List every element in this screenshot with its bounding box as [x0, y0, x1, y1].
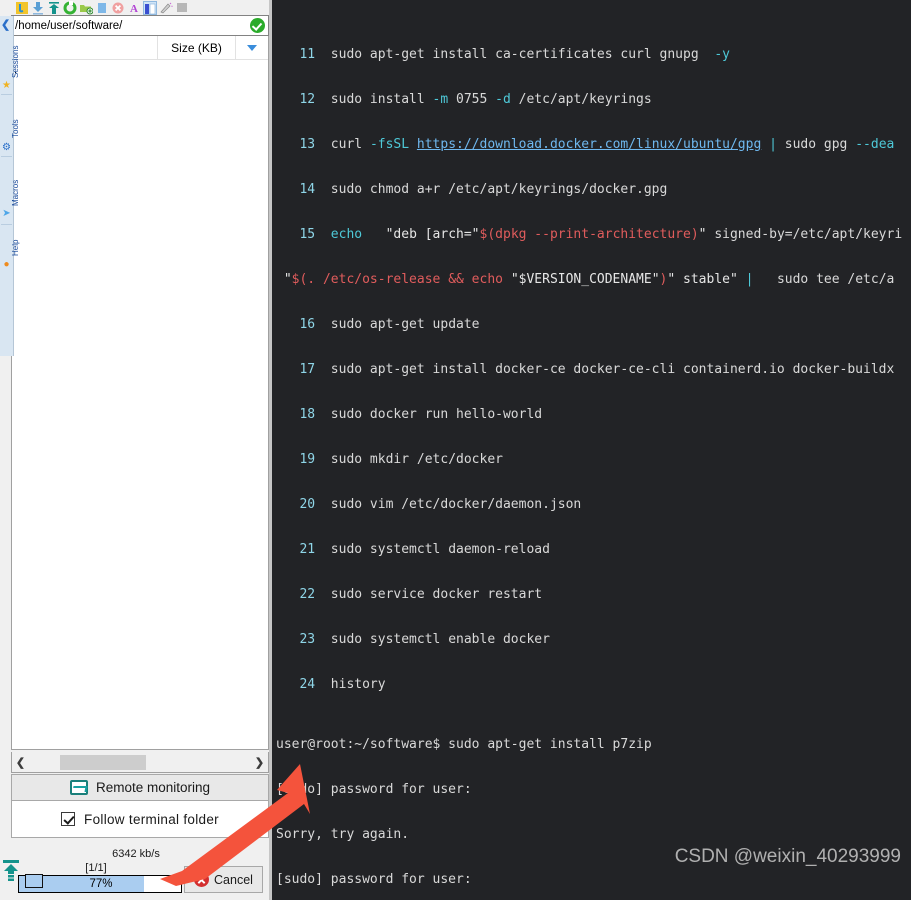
sidebar-tab-macros-label[interactable]: Macros — [11, 180, 20, 206]
upload-icon[interactable] — [47, 1, 61, 15]
sidebar-tab-sessions-label[interactable]: Sessions — [11, 46, 20, 78]
chevron-left-icon[interactable]: ❮ — [12, 753, 29, 772]
terminal-line: 13 curl -fsSL https://download.docker.co… — [276, 137, 895, 152]
terminal-line: 24 history — [276, 677, 386, 692]
sidebar-tab-help-label[interactable]: Help — [11, 240, 20, 256]
sidebar-tab-rail[interactable]: ❮ Sessions ★ Tools ⚙ Macros ➤ Help ● — [0, 16, 20, 356]
chevron-right-icon[interactable]: ❯ — [251, 753, 268, 772]
transfer-block-icon — [25, 874, 43, 888]
cancel-button-label: Cancel — [214, 872, 253, 887]
new-file-icon[interactable] — [95, 1, 109, 15]
terminal-line: 21 sudo systemctl daemon-reload — [276, 542, 550, 557]
sort-caret-icon[interactable] — [235, 35, 268, 60]
upload-status-icon — [2, 860, 20, 886]
follow-terminal-folder-label: Follow terminal folder — [84, 811, 219, 827]
terminal-line: 14 sudo chmod a+r /etc/apt/keyrings/dock… — [276, 182, 668, 197]
terminal-line: 18 sudo docker run hello-world — [276, 407, 543, 422]
terminal-output[interactable]: 11 sudo apt-get install ca-certificates … — [272, 0, 911, 900]
refresh-icon[interactable] — [63, 0, 77, 15]
file-rows: . — [12, 60, 268, 77]
terminal-line: 19 sudo mkdir /etc/docker — [276, 452, 503, 467]
transfer-speed-label: 6342 kb/s — [112, 848, 160, 860]
help-icon[interactable]: ● — [1, 259, 12, 270]
scrollbar-thumb[interactable] — [60, 754, 146, 770]
terminal-line: [sudo] password for user: — [276, 872, 472, 887]
download-icon[interactable] — [31, 1, 45, 15]
sftp-toolbar[interactable]: A — [14, 0, 272, 15]
svg-text:A: A — [130, 3, 138, 15]
sftp-panel: ❮ Sessions ★ Tools ⚙ Macros ➤ Help ● A /… — [0, 0, 272, 900]
split-view-icon[interactable] — [143, 0, 157, 15]
follow-terminal-folder-checkbox[interactable] — [61, 812, 76, 826]
remote-path-bar[interactable]: /home/user/software/ — [11, 15, 269, 36]
cancel-button[interactable]: Cancel — [184, 866, 263, 893]
app-window: ❮ Sessions ★ Tools ⚙ Macros ➤ Help ● A /… — [0, 0, 911, 900]
cancel-circle-icon — [194, 872, 210, 887]
tools-icon[interactable]: ⚙ — [1, 142, 12, 153]
properties-icon[interactable] — [175, 1, 189, 15]
new-folder-icon[interactable] — [79, 1, 94, 15]
rail-divider — [1, 156, 12, 157]
star-icon[interactable]: ★ — [1, 80, 12, 91]
terminal-line: 15 echo "deb [arch="$(dpkg --print-archi… — [276, 227, 903, 242]
terminal-line: Sorry, try again. — [276, 827, 410, 842]
terminal-line: "$(. /etc/os-release && echo "$VERSION_C… — [283, 272, 895, 287]
rail-divider — [1, 224, 12, 225]
remote-monitoring-label: Remote monitoring — [95, 780, 211, 795]
transfer-progress-label: 77% — [89, 878, 113, 890]
check-circle-icon[interactable] — [250, 18, 265, 33]
sidebar-tab-tools-label[interactable]: Tools — [11, 119, 20, 138]
remote-file-list[interactable]: Size (KB) . — [11, 35, 269, 750]
scrollbar-track[interactable] — [29, 752, 251, 772]
connect-icon[interactable] — [15, 1, 29, 15]
delete-icon[interactable] — [111, 1, 125, 15]
monitor-icon — [69, 780, 88, 795]
file-list-hscrollbar[interactable]: ❮ ❯ — [11, 752, 269, 773]
watermark-label: CSDN @weixin_40293999 — [674, 846, 901, 867]
column-name[interactable] — [12, 36, 157, 60]
terminal-line: 20 sudo vim /etc/docker/daemon.json — [276, 497, 582, 512]
terminal-line: user@root:~/software$ sudo apt-get insta… — [276, 737, 652, 752]
terminal-line: 17 sudo apt-get install docker-ce docker… — [276, 362, 895, 377]
follow-terminal-folder-row[interactable]: Follow terminal folder — [11, 801, 269, 838]
terminal-line: 16 sudo apt-get update — [276, 317, 480, 332]
column-size[interactable]: Size (KB) — [157, 35, 235, 60]
list-item[interactable]: . — [12, 63, 268, 77]
terminal-line: 23 sudo systemctl enable docker — [276, 632, 550, 647]
file-list-header: Size (KB) — [12, 35, 268, 60]
cursor-icon[interactable]: ➤ — [1, 208, 12, 219]
terminal-line: [sudo] password for user: — [276, 782, 472, 797]
terminal-line: 22 sudo service docker restart — [276, 587, 543, 602]
remote-monitoring-button[interactable]: Remote monitoring — [11, 774, 269, 801]
remote-path-input[interactable]: /home/user/software/ — [12, 20, 250, 32]
rail-divider — [1, 94, 12, 95]
sidebar-collapse-icon[interactable]: ❮ — [1, 18, 10, 31]
terminal-line: 11 sudo apt-get install ca-certificates … — [276, 47, 730, 62]
highlight-icon[interactable] — [159, 1, 173, 15]
transfer-count-label: [1/1] — [85, 862, 107, 874]
terminal-line: 12 sudo install -m 0755 -d /etc/apt/keyr… — [276, 92, 652, 107]
rename-icon[interactable]: A — [127, 1, 141, 15]
